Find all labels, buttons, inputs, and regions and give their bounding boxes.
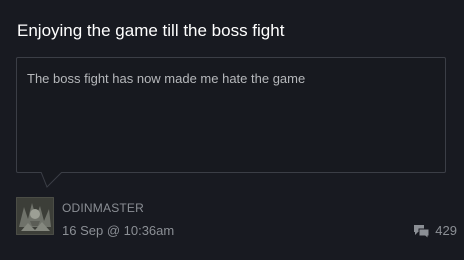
speech-bubbles-icon — [414, 224, 430, 239]
comment-count-value: 429 — [435, 223, 457, 238]
avatar[interactable] — [16, 197, 54, 235]
post-bubble[interactable]: The boss fight has now made me hate the … — [16, 57, 446, 173]
author-name[interactable]: ODINMASTER — [62, 201, 144, 215]
bubble-tail-icon — [40, 172, 63, 188]
post-date: 16 Sep @ 10:36am — [62, 223, 175, 238]
discussion-card[interactable]: Enjoying the game till the boss fight Th… — [0, 0, 464, 260]
comment-count: 429 — [413, 221, 457, 241]
discussion-title[interactable]: Enjoying the game till the boss fight — [17, 20, 284, 42]
post-body: The boss fight has now made me hate the … — [27, 71, 306, 86]
user-avatar-icon — [16, 197, 54, 235]
